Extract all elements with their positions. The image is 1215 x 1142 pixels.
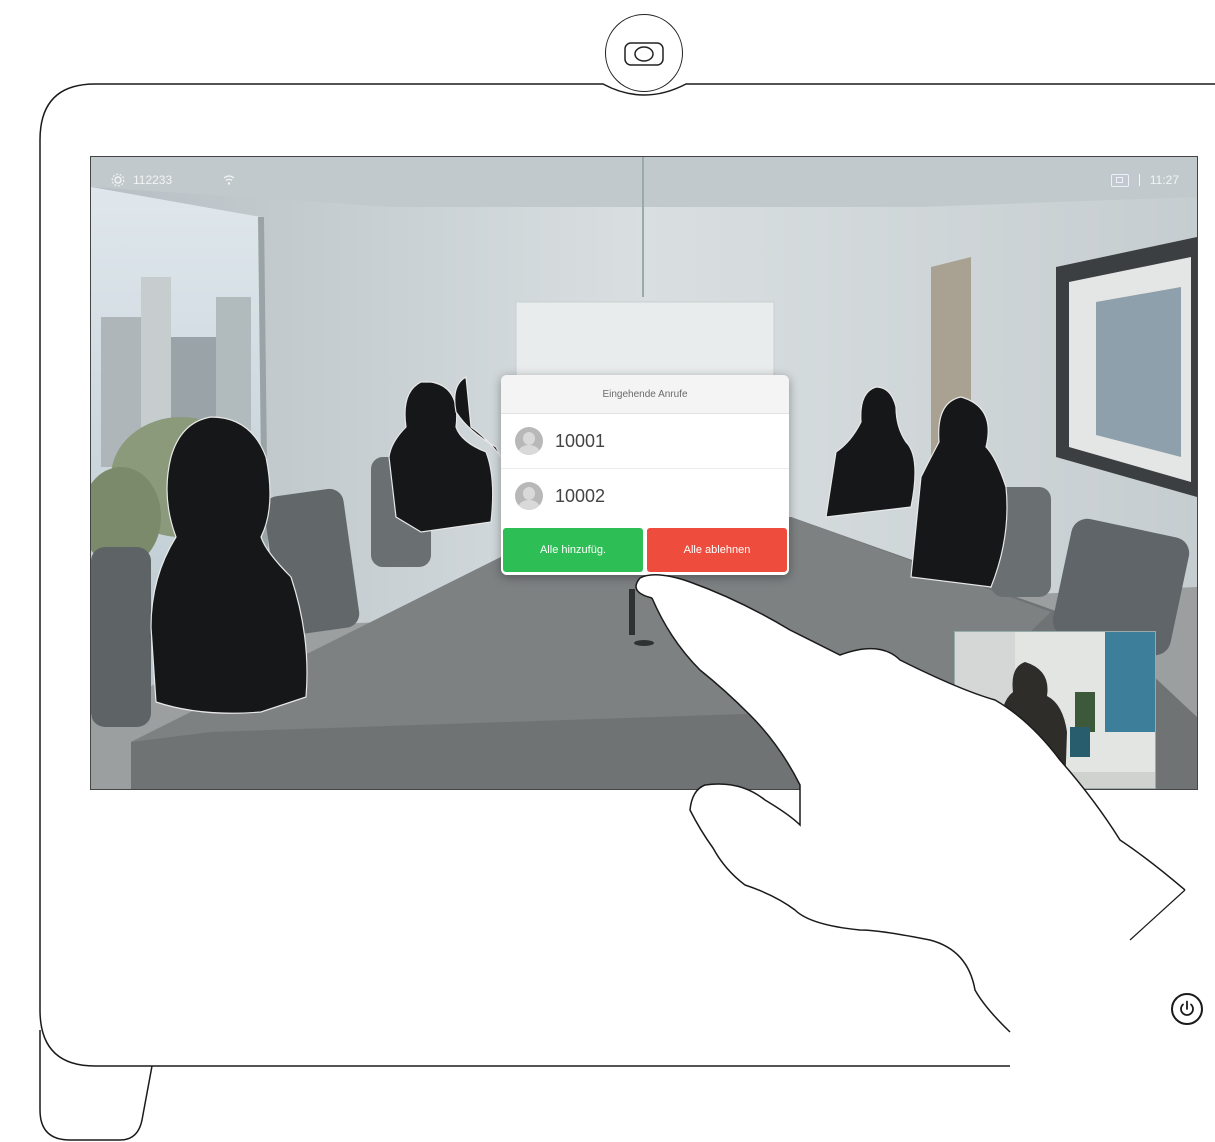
caller-number: 10001 bbox=[555, 430, 606, 451]
self-view[interactable] bbox=[954, 631, 1156, 789]
list-item[interactable]: 10002 bbox=[501, 468, 789, 523]
power-button[interactable] bbox=[1171, 993, 1203, 1025]
status-right: 11:27 bbox=[1110, 173, 1179, 187]
camera-icon bbox=[605, 14, 683, 92]
incoming-calls-dialog: Eingehende Anrufe 10001 10002 Alle hinzu… bbox=[501, 375, 789, 575]
right-foot bbox=[1135, 1065, 1215, 1141]
caller-number: 10002 bbox=[555, 485, 606, 506]
gear-icon[interactable] bbox=[111, 173, 125, 187]
decline-all-button[interactable]: Alle ablehnen bbox=[647, 528, 787, 572]
divider bbox=[1138, 174, 1140, 186]
wifi-icon bbox=[223, 175, 235, 185]
system-id: 112233 bbox=[133, 173, 173, 187]
avatar-icon bbox=[515, 427, 543, 455]
status-left: 112233 bbox=[111, 173, 236, 187]
dialog-actions: Alle hinzufüg. Alle ablehnen bbox=[503, 528, 787, 572]
clock: 11:27 bbox=[1149, 173, 1179, 187]
avatar-icon bbox=[515, 482, 543, 510]
dialog-title: Eingehende Anrufe bbox=[501, 375, 789, 414]
self-view-video bbox=[955, 632, 1155, 788]
power-icon bbox=[1180, 1000, 1194, 1016]
left-foot bbox=[39, 1030, 153, 1141]
video-screen: 112233 11:27 Eingehende Anrufe 10001 100… bbox=[90, 156, 1198, 790]
layout-icon[interactable] bbox=[1110, 173, 1129, 187]
list-item[interactable]: 10001 bbox=[501, 414, 789, 468]
add-all-button[interactable]: Alle hinzufüg. bbox=[503, 528, 643, 572]
